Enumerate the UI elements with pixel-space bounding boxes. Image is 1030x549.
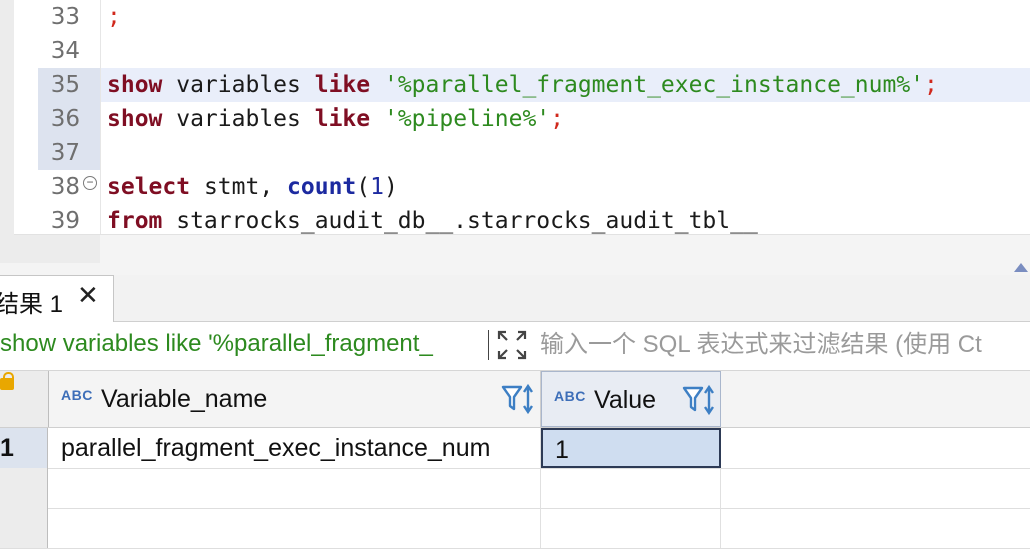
line-number: 35 — [50, 72, 80, 98]
close-icon[interactable]: ✕ — [77, 281, 99, 311]
tab-results-1[interactable]: 结果 1 ✕ — [0, 275, 114, 322]
column-title: Value — [594, 386, 657, 414]
filter-sort-icon[interactable] — [501, 383, 535, 415]
row-number — [0, 508, 48, 548]
results-grid: ABC Variable_name ABC Value 1 parallel_f… — [0, 371, 1030, 549]
lock-icon — [0, 372, 14, 390]
sql-editor[interactable]: 33 34 35 36 37 38 39 − ; show variables … — [0, 0, 1030, 235]
cell-value[interactable]: 1 — [541, 428, 721, 468]
code-line-35[interactable]: show variables like '%parallel_fragment_… — [107, 68, 938, 102]
editor-margin-strip — [0, 0, 14, 235]
line-number: 36 — [50, 106, 80, 132]
cell-empty — [49, 508, 541, 548]
column-header-value[interactable]: ABC Value — [541, 371, 721, 427]
line-number: 34 — [50, 38, 80, 64]
code-line-36[interactable]: show variables like '%pipeline%'; — [107, 102, 564, 136]
string-type-icon: ABC — [61, 387, 93, 403]
results-filter-bar: show variables like '%parallel_fragment_ — [0, 322, 1030, 371]
line-number: 37 — [50, 140, 80, 166]
tab-label: 结果 1 — [0, 291, 64, 318]
column-title: Variable_name — [101, 385, 268, 413]
gutter-divider — [100, 0, 101, 235]
line-number: 39 — [50, 208, 80, 234]
code-line-38[interactable]: select stmt, count(1) — [107, 170, 398, 204]
string-type-icon: ABC — [554, 388, 586, 404]
filter-sort-icon[interactable] — [682, 384, 716, 416]
fold-collapse-icon[interactable]: − — [83, 176, 97, 190]
line-number: 33 — [50, 4, 80, 30]
maximize-panel-icon[interactable] — [1014, 263, 1028, 272]
column-header-variable-name[interactable]: ABC Variable_name — [49, 371, 541, 427]
row-number-header[interactable] — [0, 371, 49, 427]
line-number: 38 — [50, 174, 80, 200]
expand-icon[interactable] — [497, 330, 527, 360]
editor-margin-strip-bottom — [0, 235, 100, 263]
code-line-39[interactable]: from starrocks_audit_db__.starrocks_audi… — [107, 204, 758, 238]
row-number — [0, 468, 48, 508]
cell-variable-name[interactable]: parallel_fragment_exec_instance_num — [49, 428, 541, 468]
cell-empty — [49, 468, 541, 508]
filter-input[interactable] — [540, 326, 1030, 364]
table-row-empty — [0, 468, 1030, 509]
results-tab-bar: 结果 1 ✕ — [0, 275, 1030, 322]
table-row-empty — [0, 508, 1030, 549]
cell-empty — [541, 468, 721, 508]
filter-divider — [488, 330, 489, 360]
row-number[interactable]: 1 — [0, 428, 48, 468]
code-line-33[interactable]: ; — [107, 0, 121, 34]
splitter-gap[interactable] — [0, 235, 1030, 275]
grid-header-row: ABC Variable_name ABC Value — [0, 371, 1030, 428]
table-row[interactable]: 1 parallel_fragment_exec_instance_num 1 — [0, 428, 1030, 469]
query-text: show variables like '%parallel_fragment_ — [0, 330, 433, 357]
cell-empty — [541, 508, 721, 548]
